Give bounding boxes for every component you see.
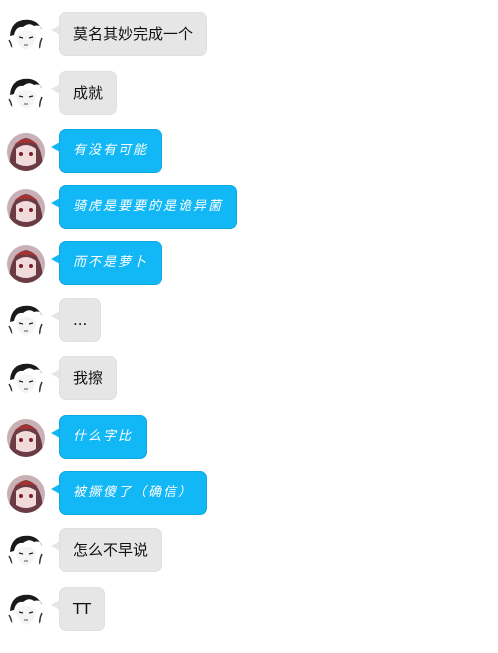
avatar[interactable] [7,16,45,54]
avatar-anime-girl-icon [7,189,45,227]
avatar[interactable] [7,75,45,113]
avatar[interactable] [7,133,45,171]
avatar-anime-girl-icon [7,475,45,513]
message-bubble[interactable]: 而不是萝卜 [59,241,163,285]
avatar-manga-boy-icon [7,302,45,340]
message-bubble[interactable]: TT [59,587,106,631]
avatar[interactable] [7,475,45,513]
message-row: 骑虎是要要的是诡异菌 [0,185,498,233]
avatar-anime-girl-icon [7,245,45,283]
message-bubble[interactable]: 莫名其妙完成一个 [59,12,208,56]
message-bubble[interactable]: ... [59,298,102,342]
message-row: 被撅傻了（确信） [0,471,498,519]
avatar[interactable] [7,532,45,570]
message-row: ... [0,298,498,346]
message-row: 有没有可能 [0,129,498,177]
message-bubble[interactable]: 成就 [59,71,118,115]
message-row: 怎么不早说 [0,528,498,576]
message-bubble[interactable]: 什么字比 [59,415,148,459]
avatar[interactable] [7,591,45,629]
avatar-manga-boy-icon [7,16,45,54]
avatar-manga-boy-icon [7,532,45,570]
message-bubble[interactable]: 有没有可能 [59,129,163,173]
message-row: 成就 [0,71,498,119]
message-bubble[interactable]: 被撅傻了（确信） [59,471,208,515]
avatar[interactable] [7,189,45,227]
avatar-manga-boy-icon [7,591,45,629]
message-bubble[interactable]: 怎么不早说 [59,528,163,572]
message-row: 而不是萝卜 [0,241,498,289]
avatar[interactable] [7,302,45,340]
message-bubble[interactable]: 骑虎是要要的是诡异菌 [59,185,238,229]
avatar-anime-girl-icon [7,419,45,457]
message-row: 我擦 [0,356,498,404]
avatar[interactable] [7,419,45,457]
avatar-manga-boy-icon [7,75,45,113]
avatar[interactable] [7,360,45,398]
avatar[interactable] [7,245,45,283]
message-row: TT [0,587,498,635]
avatar-manga-boy-icon [7,360,45,398]
message-row: 莫名其妙完成一个 [0,12,498,60]
chat-message-list[interactable]: 莫名其妙完成一个 成就 有没有可能 骑虎是要要的是诡异菌 而不是萝卜 ... 我… [0,0,498,653]
message-row: 什么字比 [0,415,498,463]
avatar-anime-girl-icon [7,133,45,171]
message-bubble[interactable]: 我擦 [59,356,118,400]
